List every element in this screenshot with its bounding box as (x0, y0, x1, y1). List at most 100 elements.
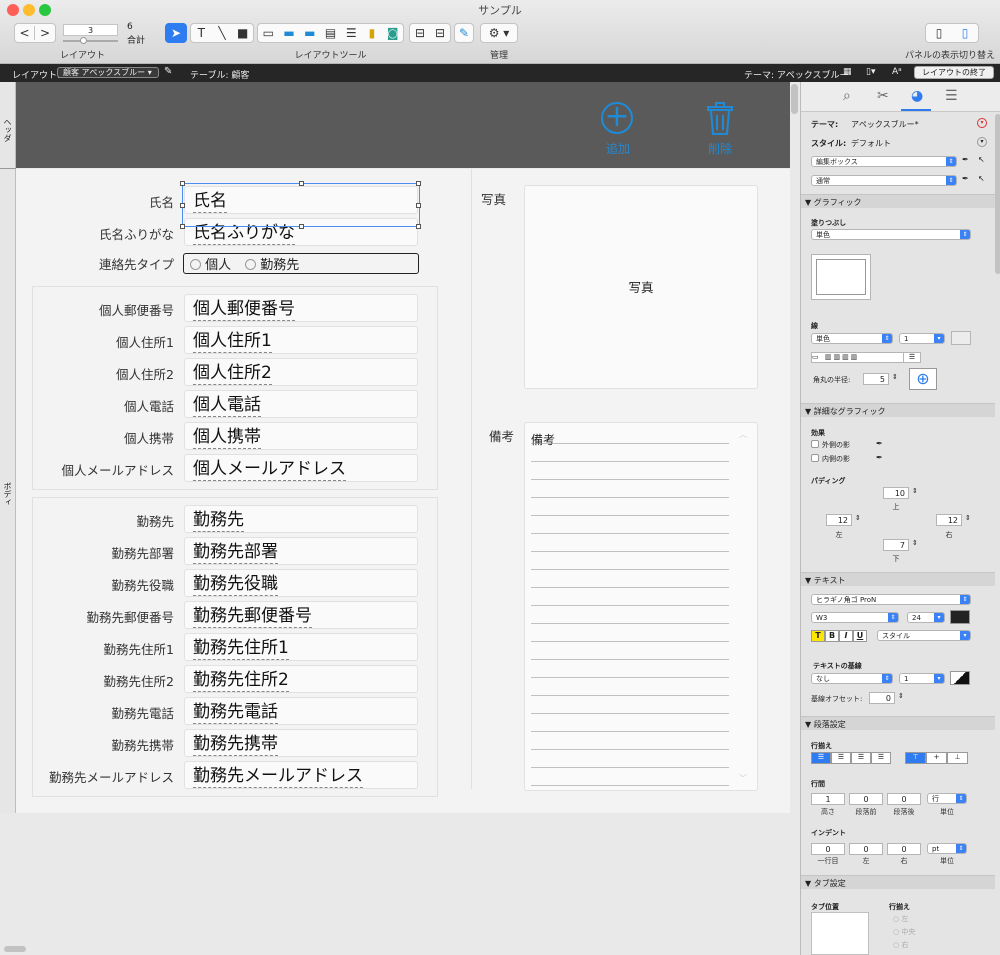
outer-shadow-settings-icon[interactable]: ✒ (876, 439, 883, 448)
text-field[interactable]: 勤務先役職 (184, 569, 418, 597)
radio-option-personal[interactable]: 個人 (190, 254, 231, 273)
state-select[interactable]: 通常 ⇕ (811, 175, 957, 186)
text-field[interactable]: 勤務先住所1 (184, 633, 418, 661)
stepper-icon[interactable]: ⇕ (855, 514, 861, 522)
page-slider[interactable] (63, 40, 118, 42)
text-field[interactable]: 勤務先電話 (184, 697, 418, 725)
text-style-select[interactable]: スタイル ▾ (877, 630, 971, 641)
line-height-input[interactable]: 1 (811, 793, 845, 805)
delete-button-label[interactable]: 削除 (698, 140, 742, 157)
theme-grid-icon[interactable]: ▦ (843, 67, 852, 77)
part-view-icon[interactable]: ▯▾ (866, 67, 875, 77)
left-panel-icon[interactable]: ▯ (926, 26, 952, 40)
resize-handle[interactable] (299, 224, 304, 229)
pointer-tool-button[interactable]: ➤ (165, 23, 187, 43)
padding-bottom-input[interactable]: 7 (883, 539, 909, 551)
line-color-well[interactable] (951, 331, 971, 345)
manage-menu-button[interactable]: ⚙ ▾ (480, 23, 518, 43)
resize-handle[interactable] (416, 181, 421, 186)
spacing-unit-select[interactable]: 行 ⇕ (927, 793, 967, 804)
data-tab-icon[interactable]: ☰ (945, 88, 958, 104)
target-state-icon[interactable]: ↖ (978, 174, 985, 183)
text-field[interactable]: 個人携帯 (184, 422, 418, 450)
baseline-width-select[interactable]: 1 ▾ (899, 673, 945, 684)
corner-radius-picker-icon[interactable]: ⊕ (909, 368, 937, 390)
button-bar-tool-icon[interactable]: ▬ (299, 26, 320, 40)
page-number-field[interactable]: 3 (63, 24, 118, 36)
layout-selector[interactable]: 顧客 アペックスブルー ▾ (57, 67, 159, 78)
exit-layout-button[interactable]: レイアウトの終了 (914, 66, 994, 79)
baseline-color-well[interactable] (950, 671, 970, 685)
align-left-icon[interactable]: ☰ (811, 752, 831, 764)
space-before-input[interactable]: 0 (849, 793, 883, 805)
right-panel-icon[interactable]: ▯ (952, 26, 978, 40)
tab-position-list[interactable] (811, 912, 869, 955)
space-after-input[interactable]: 0 (887, 793, 921, 805)
resize-handle[interactable] (416, 203, 421, 208)
chart-tool-icon[interactable]: ▮ (362, 26, 383, 40)
underline-icon[interactable]: U (853, 630, 867, 642)
header-part-label[interactable]: ヘッダ (2, 118, 13, 142)
back-arrow-icon[interactable]: < (15, 26, 35, 40)
text-field[interactable]: 個人住所2 (184, 358, 418, 386)
padding-top-input[interactable]: 10 (883, 487, 909, 499)
object-select[interactable]: 編集ボックス ⇕ (811, 156, 957, 167)
paragraph-section-header[interactable]: ▼ 段落設定 (801, 716, 995, 730)
line-tool-icon[interactable]: ╲ (212, 26, 233, 40)
radius-stepper-icon[interactable]: ⇕ (892, 373, 898, 381)
text-field[interactable]: 勤務先メールアドレス (184, 761, 418, 789)
resize-handle[interactable] (416, 224, 421, 229)
pick-object-icon[interactable]: ✒ (962, 155, 969, 164)
resize-handle[interactable] (180, 203, 185, 208)
photo-container-field[interactable]: 写真 (524, 185, 758, 389)
text-field[interactable]: 勤務先郵便番号 (184, 601, 418, 629)
target-object-icon[interactable]: ↖ (978, 155, 985, 164)
rectangle-tool-icon[interactable]: ■ (232, 26, 253, 40)
horizontal-scrollbar[interactable] (4, 946, 26, 952)
forward-arrow-icon[interactable]: > (35, 26, 55, 40)
part-tool-icon[interactable]: ⊟ (430, 26, 450, 40)
padding-left-input[interactable]: 12 (826, 514, 852, 526)
text-field[interactable]: 個人郵便番号 (184, 294, 418, 322)
field-picker-icon[interactable]: ⊟ (410, 26, 430, 40)
add-plus-icon[interactable]: + (601, 102, 633, 134)
resize-handle[interactable] (180, 181, 185, 186)
indent-right-input[interactable]: 0 (887, 843, 921, 855)
stepper-icon[interactable]: ⇕ (912, 487, 918, 495)
line-type-select[interactable]: 単色 ⇕ (811, 333, 893, 344)
text-color-well[interactable] (950, 610, 970, 624)
text-field[interactable]: 勤務先部署 (184, 537, 418, 565)
stepper-icon[interactable]: ⇕ (898, 692, 904, 700)
align-top-icon[interactable]: ⊤ (905, 752, 926, 764)
tab-align-right-option[interactable]: ○ 右 (893, 940, 908, 950)
scroll-up-icon[interactable]: ︿ (739, 429, 747, 440)
format-painter-button[interactable]: ✎ (454, 23, 474, 43)
fill-select[interactable]: 単色 ⇕ (811, 229, 971, 240)
italic-icon[interactable]: I (839, 630, 853, 642)
align-middle-icon[interactable]: + (926, 752, 947, 764)
resize-handle[interactable] (299, 181, 304, 186)
weight-select[interactable]: W3 ⇕ (811, 612, 899, 623)
vertical-scrollbar[interactable] (791, 84, 798, 114)
text-field[interactable]: 個人メールアドレス (184, 454, 418, 482)
align-center-icon[interactable]: ☰ (831, 752, 851, 764)
indent-first-input[interactable]: 0 (811, 843, 845, 855)
text-field[interactable]: 勤務先 (184, 505, 418, 533)
button-tool-icon[interactable]: ▬ (279, 26, 300, 40)
contact-type-radio-field[interactable]: 個人 勤務先 (183, 253, 419, 274)
radio-option-work[interactable]: 勤務先 (245, 254, 299, 273)
stepper-icon[interactable]: ⇕ (912, 539, 918, 547)
indent-left-input[interactable]: 0 (849, 843, 883, 855)
add-button-label[interactable]: 追加 (596, 140, 640, 157)
highlight-icon[interactable]: T (811, 630, 825, 642)
font-size-icon[interactable]: Aᵃ (892, 67, 902, 77)
pick-state-icon[interactable]: ✒ (962, 174, 969, 183)
inner-shadow-settings-icon[interactable]: ✒ (876, 453, 883, 462)
edit-pencil-icon[interactable]: ✎ (164, 66, 172, 77)
tools-tab-icon[interactable]: ✂ (877, 88, 889, 104)
field-tool-icon[interactable]: ▭ (258, 26, 279, 40)
text-section-header[interactable]: ▼ テキスト (801, 572, 995, 586)
fill-color-well[interactable] (811, 254, 871, 300)
size-select[interactable]: 24 ▾ (907, 612, 945, 623)
text-field[interactable]: 個人電話 (184, 390, 418, 418)
